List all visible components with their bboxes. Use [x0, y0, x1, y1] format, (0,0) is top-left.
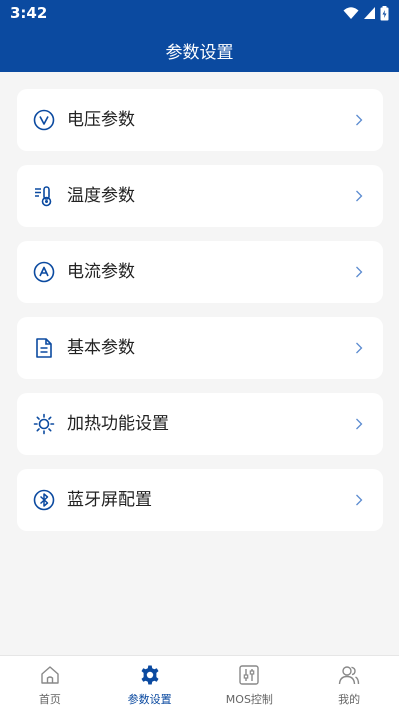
menu-item-label: 温度参数	[67, 186, 135, 206]
tab-profile[interactable]: 我的	[299, 656, 399, 711]
tab-label: 参数设置	[127, 693, 172, 706]
menu-item-label: 蓝牙屏配置	[67, 490, 152, 510]
menu-item-heating[interactable]: 加热功能设置	[17, 393, 383, 455]
menu-item-label: 基本参数	[67, 338, 135, 358]
bottom-tab-bar: 首页 参数设置 MOS控制 我的	[0, 655, 399, 711]
menu-item-label: 加热功能设置	[67, 414, 169, 434]
status-bar: 3:42	[0, 0, 399, 26]
wifi-icon	[343, 7, 359, 19]
menu-item-label: 电流参数	[67, 262, 135, 282]
cellular-signal-icon	[364, 7, 375, 19]
menu-item-label: 电压参数	[67, 110, 135, 130]
chevron-right-icon	[356, 418, 363, 430]
sliders-icon	[239, 665, 260, 685]
tab-parameter-settings[interactable]: 参数设置	[100, 656, 200, 711]
document-icon	[36, 338, 52, 358]
tab-label: MOS控制	[225, 693, 273, 706]
chevron-right-icon	[356, 342, 363, 354]
page-title: 参数设置	[165, 43, 234, 63]
tab-mos-control[interactable]: MOS控制	[200, 656, 300, 711]
tab-label: 我的	[338, 693, 361, 706]
status-icons	[343, 4, 389, 22]
users-icon	[338, 666, 360, 685]
home-icon	[41, 666, 59, 684]
chevron-right-icon	[356, 266, 363, 278]
voltage-icon	[33, 109, 55, 131]
menu-item-bluetooth[interactable]: 蓝牙屏配置	[17, 469, 383, 531]
status-time: 3:42	[10, 4, 48, 22]
menu-item-current[interactable]: 电流参数	[17, 241, 383, 303]
menu-item-basic[interactable]: 基本参数	[17, 317, 383, 379]
sun-icon	[33, 413, 55, 435]
gear-icon	[141, 665, 159, 685]
app-header: 3:42 参数设置	[0, 0, 399, 72]
chevron-right-icon	[356, 190, 363, 202]
menu-item-voltage[interactable]: 电压参数	[17, 89, 383, 151]
current-icon	[33, 261, 55, 283]
battery-icon	[380, 5, 389, 20]
tab-home[interactable]: 首页	[0, 656, 100, 711]
bluetooth-icon	[33, 489, 55, 511]
tab-label: 首页	[38, 693, 61, 706]
menu-item-temperature[interactable]: 温度参数	[17, 165, 383, 227]
settings-list: 电压参数 温度参数 电流参数 基本参数 加热功能设置 蓝牙屏配置	[17, 89, 383, 545]
chevron-right-icon	[356, 494, 363, 506]
chevron-right-icon	[356, 114, 363, 126]
thermometer-icon	[35, 186, 52, 207]
